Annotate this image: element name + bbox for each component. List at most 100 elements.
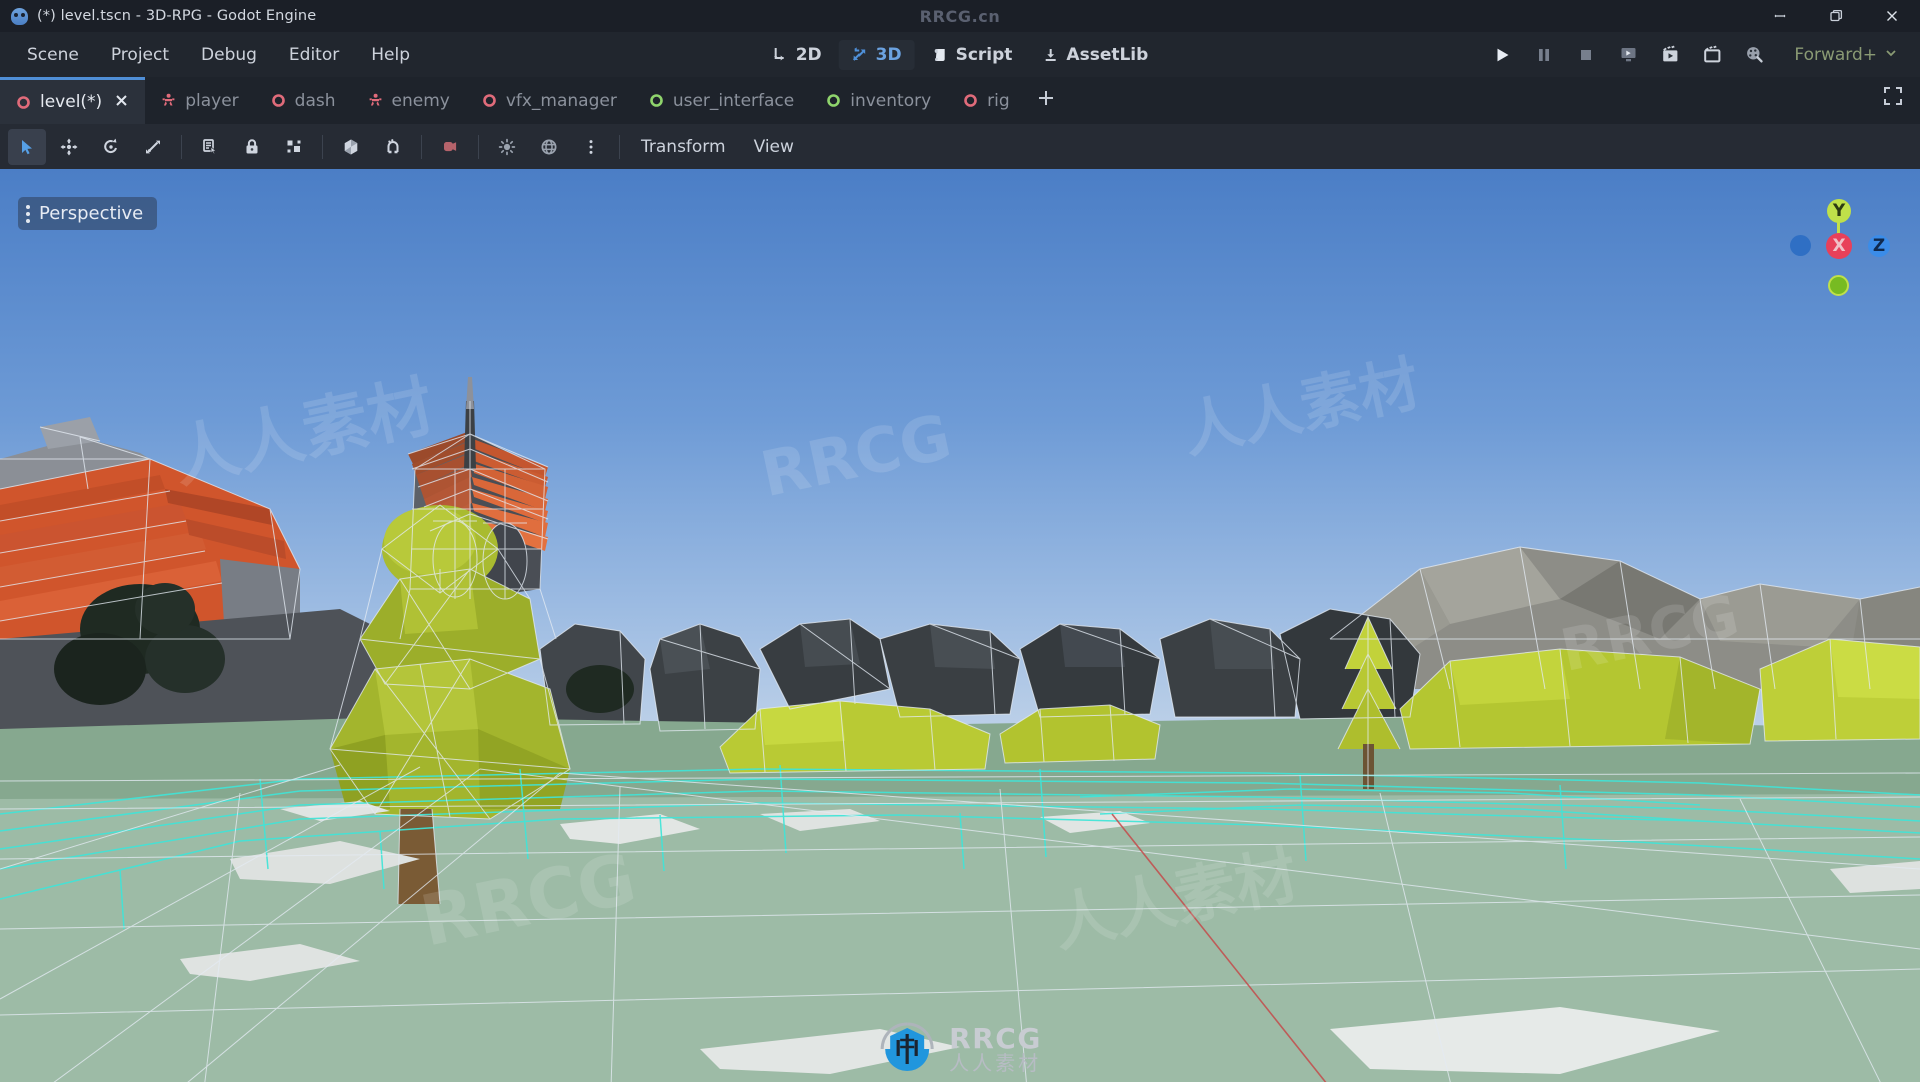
close-icon[interactable] — [114, 93, 129, 112]
scene-tab-label: level(*) — [40, 92, 102, 112]
move-mode-tool[interactable] — [50, 129, 88, 165]
scene-geometry — [0, 169, 1920, 1082]
gizmo-axis-z[interactable]: Z — [1868, 235, 1890, 257]
list-select-tool[interactable] — [191, 129, 229, 165]
tab-3d-label: 3D — [876, 45, 902, 65]
spatial-viewport[interactable]: 人人素材 RRCG 人人素材 RRCG 人人素材 RRCG Perspectiv… — [0, 169, 1920, 1082]
tab-script[interactable]: Script — [919, 40, 1026, 70]
godot-logo-icon — [11, 8, 28, 25]
scene-tab-enemy[interactable]: enemy — [352, 77, 466, 124]
scene-tab-label: user_interface — [673, 91, 794, 111]
viewport-render: 人人素材 RRCG 人人素材 RRCG 人人素材 RRCG — [0, 169, 1920, 1082]
menu-debug[interactable]: Debug — [186, 40, 272, 70]
close-icon[interactable] — [1864, 0, 1920, 32]
menu-project[interactable]: Project — [96, 40, 184, 70]
scene-tab-label: vfx_manager — [506, 91, 617, 111]
menu-help[interactable]: Help — [356, 40, 425, 70]
stop-icon[interactable] — [1566, 38, 1606, 72]
window-title: (*) level.tscn - 3D-RPG - Godot Engine — [37, 8, 316, 24]
add-scene-button[interactable] — [1026, 77, 1066, 124]
transform-menu[interactable]: Transform — [627, 131, 740, 163]
chevron-down-icon — [1884, 45, 1898, 65]
scene-tab-label: rig — [987, 91, 1010, 111]
rrcg-overlay-logo: RRCG 人人素材 — [878, 1020, 1042, 1078]
axis-gizmo[interactable]: Y X Z — [1786, 193, 1894, 301]
rrcg-subtitle: 人人素材 — [949, 1053, 1042, 1074]
select-mode-tool[interactable] — [8, 129, 46, 165]
gizmo-axis-x[interactable]: X — [1826, 233, 1852, 259]
scene-root-icon — [16, 95, 31, 110]
menu-items: Scene Project Debug Editor Help — [0, 40, 425, 70]
group-icon[interactable] — [275, 129, 313, 165]
maximize-icon[interactable] — [1808, 0, 1864, 32]
scene-tab-dash[interactable]: dash — [255, 77, 352, 124]
expand-fullscreen-icon[interactable] — [1882, 85, 1904, 111]
viewport-mode-label[interactable]: Perspective — [18, 197, 157, 230]
title-bar-left: (*) level.tscn - 3D-RPG - Godot Engine — [0, 8, 316, 25]
globe-icon[interactable] — [530, 129, 568, 165]
view-menu[interactable]: View — [740, 131, 808, 163]
renderer-selector[interactable]: Forward+ — [1786, 41, 1906, 69]
toolbar-separator — [478, 135, 479, 159]
scene-root-icon — [963, 93, 978, 108]
scene-tab-rig[interactable]: rig — [947, 77, 1026, 124]
scene-tab-label: player — [185, 91, 238, 111]
scene-tab-label: inventory — [850, 91, 931, 111]
window-title-bar: (*) level.tscn - 3D-RPG - Godot Engine R… — [0, 0, 1920, 32]
character-body-icon — [368, 93, 383, 108]
scene-root-icon — [271, 93, 286, 108]
toolbar-separator — [619, 135, 620, 159]
scene-tab-user-interface[interactable]: user_interface — [633, 77, 810, 124]
scale-mode-tool[interactable] — [134, 129, 172, 165]
pause-icon[interactable] — [1524, 38, 1564, 72]
tab-2d-label: 2D — [796, 45, 822, 65]
movie-camera-icon[interactable] — [1692, 38, 1732, 72]
toolbar-separator — [181, 135, 182, 159]
snap-cube-icon[interactable] — [332, 129, 370, 165]
script-icon — [932, 46, 949, 63]
gizmo-axis-y[interactable]: Y — [1827, 199, 1851, 223]
scene-root-icon — [482, 93, 497, 108]
minimize-icon[interactable] — [1752, 0, 1808, 32]
spatial-3d-icon — [852, 46, 869, 63]
gizmo-axis-neg-z[interactable] — [1790, 235, 1811, 256]
rrcg-brand: RRCG — [949, 1024, 1042, 1053]
window-controls — [1752, 0, 1920, 32]
run-controls: Forward+ — [1482, 38, 1920, 72]
sun-icon[interactable] — [488, 129, 526, 165]
menu-editor[interactable]: Editor — [274, 40, 354, 70]
movie-play-icon[interactable] — [1650, 38, 1690, 72]
plus-icon — [1035, 86, 1057, 116]
scene-tab-inventory[interactable]: inventory — [810, 77, 947, 124]
scene-tab-label: dash — [295, 91, 336, 111]
rrcg-shield-icon — [878, 1020, 936, 1078]
scene-tab-bar: level(*) player dash enemy vfx_manager u… — [0, 77, 1920, 124]
character-body-icon — [161, 93, 176, 108]
scene-tab-vfx-manager[interactable]: vfx_manager — [466, 77, 633, 124]
lock-icon[interactable] — [233, 129, 271, 165]
renderer-label: Forward+ — [1794, 45, 1877, 65]
canvas-2d-icon — [772, 46, 789, 63]
tab-assetlib-label: AssetLib — [1066, 45, 1148, 65]
tab-2d[interactable]: 2D — [759, 40, 835, 70]
magnet-icon[interactable] — [374, 129, 412, 165]
scene-tab-level[interactable]: level(*) — [0, 77, 145, 124]
gizmo-axis-neg-y[interactable] — [1828, 275, 1849, 296]
toolbar-separator — [421, 135, 422, 159]
play-scene-icon[interactable] — [1608, 38, 1648, 72]
control-node-icon — [649, 93, 664, 108]
play-icon[interactable] — [1482, 38, 1522, 72]
tab-script-label: Script — [956, 45, 1013, 65]
spatial-editor-toolbar: Transform View — [0, 124, 1920, 169]
rotate-mode-tool[interactable] — [92, 129, 130, 165]
vertical-dots-icon[interactable] — [26, 205, 30, 223]
tab-3d[interactable]: 3D — [839, 40, 915, 70]
camera-icon[interactable] — [431, 129, 469, 165]
tab-assetlib[interactable]: AssetLib — [1029, 40, 1161, 70]
main-menu-bar: Scene Project Debug Editor Help 2D — [0, 32, 1920, 77]
debug-palette-icon[interactable] — [1734, 38, 1774, 72]
viewport-label-text: Perspective — [39, 203, 143, 224]
vertical-dots-icon[interactable] — [572, 129, 610, 165]
menu-scene[interactable]: Scene — [12, 40, 94, 70]
scene-tab-player[interactable]: player — [145, 77, 254, 124]
